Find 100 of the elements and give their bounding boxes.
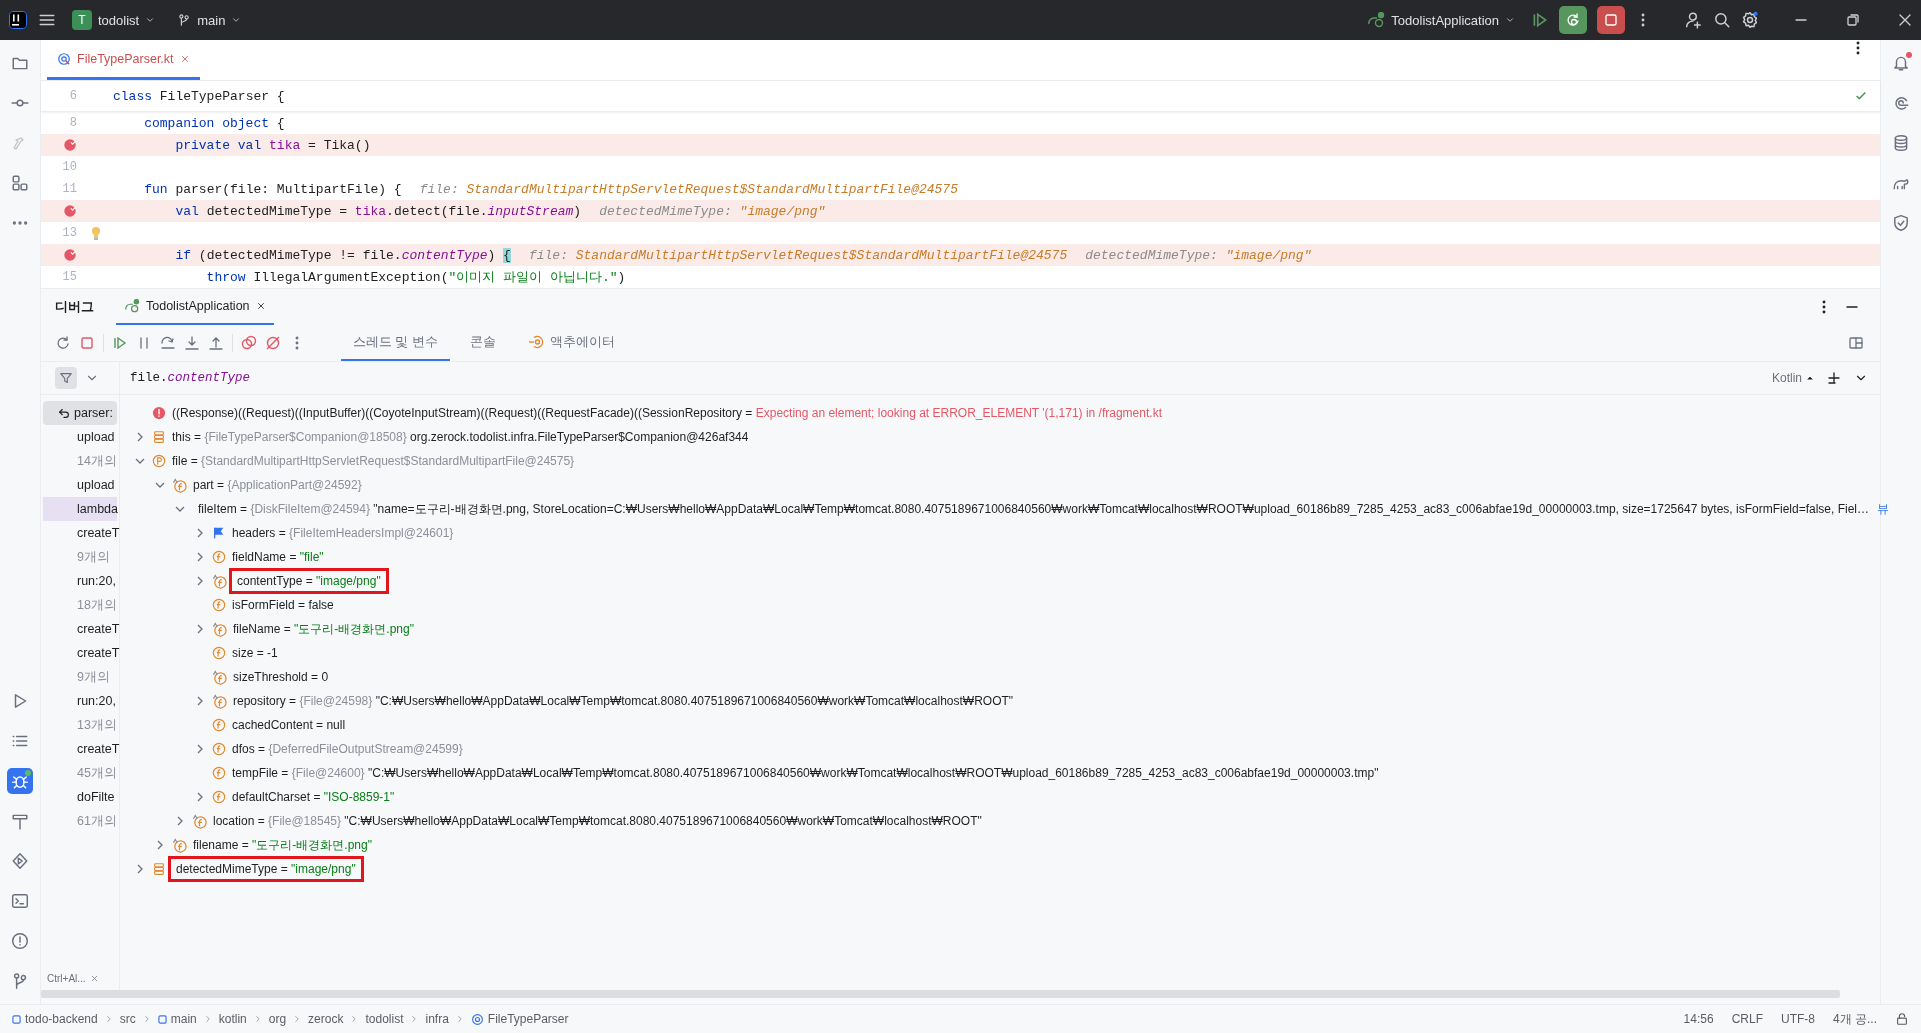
settings-icon[interactable] — [1741, 11, 1759, 29]
close-tab-icon[interactable] — [255, 301, 266, 311]
breadcrumb[interactable]: org — [268, 1012, 287, 1026]
resume-icon[interactable] — [112, 335, 128, 351]
variable-entry[interactable]: tempFile = {File@24600} "C:₩Users₩hello₩AppData₩Local₩Temp₩tomcat.8080.4075189671006840560₩work₩Tomcat₩localhost₩ROOT₩upload_60186b89_7285_4253_ac83_c006abfae19d_00000003.tmp" — [230, 762, 1381, 784]
variable-entry[interactable]: isFormField = false — [230, 594, 336, 616]
stack-frame[interactable]: createT — [43, 617, 117, 641]
stack-frame[interactable]: upload — [43, 425, 117, 449]
field-icon — [212, 646, 226, 660]
step-into-icon[interactable] — [184, 335, 200, 351]
debug-rerun-button[interactable] — [1559, 6, 1587, 34]
variable-entry[interactable]: ((Response)((Request)((InputBuffer)((CoyoteInputStream)((Request)((RequestFacade)((SessionRepository = Expecting an element; looking at ERROR_ELEMENT '(1,171) in /fragment.kt — [170, 402, 1164, 424]
variable-entry[interactable]: defaultCharset = "ISO-8859-1" — [230, 786, 397, 808]
variable-entry[interactable]: size = -1 — [230, 642, 280, 664]
variable-entry[interactable]: location = {File@18545} "C:₩Users₩hello₩AppData₩Local₩Temp₩tomcat.8080.4075189671006840560₩work₩Tomcat₩localhost₩ROOT" — [211, 810, 984, 832]
flag-icon — [212, 526, 226, 540]
field-icon — [212, 693, 227, 709]
panel-title: 디버그 — [55, 298, 94, 316]
field-icon — [212, 790, 226, 804]
view-link[interactable]: 뷰 — [1877, 500, 1890, 518]
breadcrumb[interactable]: todolist — [365, 1012, 404, 1026]
stack-frame[interactable]: createT — [43, 521, 117, 545]
breadcrumb[interactable]: src — [119, 1012, 136, 1026]
lock-icon[interactable] — [1895, 1012, 1909, 1026]
line-number: 11 — [61, 182, 77, 196]
line-number: 15 — [61, 270, 77, 284]
app-logo-icon[interactable] — [8, 10, 28, 30]
variable-entry[interactable]: dfos = {DeferredFileOutputStream@24599} — [230, 738, 469, 760]
variable-entry[interactable]: headers = {FileItemHeadersImpl@24601} — [230, 522, 459, 544]
code-line: fun parser(file: MultipartFile) { file: StandardMultipartHttpServletRequest$StandardMultipartFile@24575 — [143, 181, 958, 197]
stop-button-glyph[interactable] — [1603, 12, 1619, 28]
stack-frame[interactable]: upload — [43, 473, 117, 497]
panel-tab[interactable]: 액추에이터 — [515, 325, 627, 361]
variable-entry[interactable]: repository = {File@24598} "C:₩Users₩hello₩AppData₩Local₩Temp₩tomcat.8080.4075189671006840560₩work₩Tomcat₩localhost₩ROOT" — [231, 690, 1016, 712]
restore-icon[interactable] — [1845, 12, 1861, 28]
variable-entry[interactable]: part = {ApplicationPart@24592} — [191, 474, 367, 496]
variable-entry[interactable]: fieldName = "file" — [230, 546, 326, 568]
variable-entry[interactable]: cachedContent = null — [230, 714, 348, 736]
breakpoint-icon[interactable] — [63, 204, 77, 218]
mute-breakpoints-icon[interactable] — [265, 335, 281, 351]
kotlin-class-icon — [470, 1012, 484, 1026]
session-tab[interactable]: TodolistApplication — [116, 289, 274, 325]
stack-frame[interactable]: createT — [43, 737, 117, 761]
branch-selector[interactable]: main — [171, 8, 248, 32]
breakpoint-icon[interactable] — [63, 138, 77, 152]
caret-icon — [231, 15, 242, 25]
code-line: private val tika = Tika() — [174, 137, 371, 153]
stack-frame[interactable]: lambda — [43, 497, 117, 521]
code-line: class FileTypeParser { — [113, 88, 285, 104]
module-icon — [157, 1014, 167, 1024]
status-item[interactable]: 14:56 — [1683, 1012, 1714, 1026]
language-selector[interactable]: Kotlin — [1771, 371, 1802, 385]
stop-icon[interactable] — [79, 335, 95, 351]
stack-frame[interactable]: doFilte — [43, 785, 117, 809]
step-over-icon[interactable] — [160, 335, 176, 351]
rerun-icon[interactable] — [55, 335, 71, 351]
breakpoint-icon[interactable] — [63, 248, 77, 262]
run-configuration-selector[interactable]: TodolistApplication — [1361, 8, 1521, 32]
editor-tab[interactable]: FileTypeParser.kt — [47, 40, 200, 80]
breakpoints-icon[interactable] — [241, 335, 257, 351]
add-watch-icon[interactable] — [1826, 370, 1842, 386]
variable-entry[interactable]: fileItem = {DiskFileItem@24594} "name=도구리-배경화면.png, StoreLocation=C:₩Users₩hello₩AppData₩Local₩Temp₩tomcat.8080.4075189671006840560₩work₩Tomcat₩localhost₩ROOT₩upload_60186b89_7285_4253_ac83_c006abfae19d_00000003.tmp, size=1725647 bytes, isFormField=false, Fiel… — [196, 498, 1872, 520]
expression-field[interactable]: file.contentType — [120, 371, 1772, 385]
panel-tab[interactable]: 스레드 및 변수 — [341, 325, 450, 361]
status-item[interactable]: CRLF — [1731, 1012, 1763, 1026]
breadcrumb[interactable]: infra — [425, 1012, 449, 1026]
close-icon[interactable] — [1897, 12, 1913, 28]
stop-button[interactable] — [1597, 6, 1625, 34]
line-number: 13 — [61, 226, 77, 240]
breadcrumb[interactable]: todo-backend — [12, 1012, 98, 1026]
step-out-icon[interactable] — [208, 335, 224, 351]
horizontal-scrollbar[interactable] — [41, 990, 1840, 998]
breadcrumb[interactable]: kotlin — [218, 1012, 247, 1026]
line-number: 6 — [68, 89, 77, 103]
stack-frame[interactable]: parser: — [43, 401, 117, 425]
project-selector[interactable]: T todolist — [66, 6, 162, 34]
stack-frame[interactable]: run:20, — [43, 569, 117, 593]
status-item[interactable]: 4개 공... — [1833, 1010, 1877, 1028]
breadcrumb[interactable]: FileTypeParser — [470, 1012, 569, 1026]
variable-entry[interactable]: filename = "도구리-배경화면.png" — [191, 834, 374, 856]
resume-icon[interactable] — [1531, 11, 1549, 29]
highlight-box[interactable]: detectedMimeType = "image/png" — [170, 858, 362, 880]
layout-icon[interactable] — [1848, 335, 1864, 351]
breadcrumb[interactable]: main — [157, 1012, 197, 1026]
search-icon[interactable] — [1713, 11, 1731, 29]
caret-icon — [1806, 374, 1814, 382]
add-user-icon[interactable] — [1685, 11, 1703, 29]
variable-entry[interactable]: sizeThreshold = 0 — [231, 666, 331, 688]
stack-frame[interactable]: createT — [43, 641, 117, 665]
variable-entry[interactable]: fileName = "도구리-배경화면.png" — [231, 618, 416, 640]
breadcrumb[interactable]: zerock — [308, 1012, 344, 1026]
stack-frame[interactable]: run:20, — [43, 689, 117, 713]
target-icon — [527, 334, 544, 350]
highlight-box[interactable]: contentType = "image/png" — [231, 570, 387, 592]
field-icon — [212, 742, 226, 756]
stack-icon — [152, 862, 166, 876]
variable-entry[interactable]: this = {FileTypeParser$Companion@18508} org.zerock.todolist.infra.FileTypeParser$Companion@426af344 — [170, 426, 751, 448]
variable-entry[interactable]: file = {StandardMultipartHttpServletRequest$StandardMultipartFile@24575} — [170, 450, 580, 472]
panel-tab[interactable]: 콘솔 — [457, 325, 508, 361]
status-item[interactable]: UTF-8 — [1781, 1012, 1815, 1026]
